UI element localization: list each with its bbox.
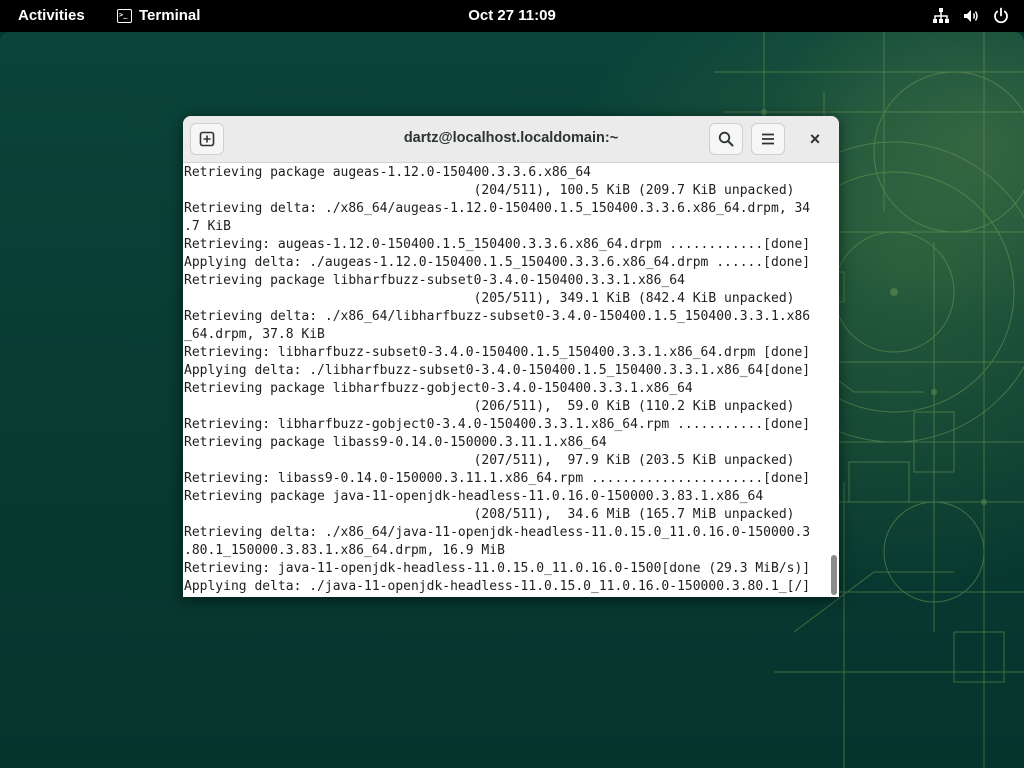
network-icon[interactable] <box>932 7 950 25</box>
terminal-line: (205/511), 349.1 KiB (842.4 KiB unpacked… <box>184 291 795 306</box>
search-button[interactable] <box>709 123 743 155</box>
terminal-line: .7 KiB <box>184 219 231 234</box>
volume-icon[interactable] <box>962 7 980 25</box>
terminal-line: Applying delta: ./libharfbuzz-subset0-3.… <box>184 363 811 378</box>
terminal-line: Retrieving package libharfbuzz-gobject0-… <box>184 381 693 396</box>
app-menu-label: Terminal <box>139 7 201 24</box>
terminal-line: Retrieving: libass9-0.14.0-150000.3.11.1… <box>184 471 811 486</box>
terminal-line: Retrieving: java-11-openjdk-headless-11.… <box>184 561 811 576</box>
terminal-line: (204/511), 100.5 KiB (209.7 KiB unpacked… <box>184 183 795 198</box>
window-headerbar[interactable]: dartz@localhost.localdomain:~ × <box>183 116 839 163</box>
terminal-line: .80.1_150000.3.83.1.x86_64.drpm, 16.9 Mi… <box>184 543 505 558</box>
system-tray[interactable] <box>932 7 1010 25</box>
terminal-output: Retrieving package augeas-1.12.0-150400.… <box>184 164 810 596</box>
terminal-line: Retrieving delta: ./x86_64/libharfbuzz-s… <box>184 309 811 324</box>
new-tab-button[interactable] <box>190 123 224 155</box>
terminal-line: Retrieving package libharfbuzz-subset0-3… <box>184 273 685 288</box>
terminal-line: Retrieving package java-11-openjdk-headl… <box>184 489 764 504</box>
close-icon: × <box>809 128 821 149</box>
terminal-line: Retrieving delta: ./x86_64/java-11-openj… <box>184 525 811 540</box>
terminal-line: (207/511), 97.9 KiB (203.5 KiB unpacked) <box>184 453 795 468</box>
terminal-line: _64.drpm, 37.8 KiB <box>184 327 325 342</box>
hamburger-menu-icon <box>762 133 774 145</box>
clock-label[interactable]: Oct 27 11:09 <box>468 7 556 24</box>
terminal-line: Retrieving: libharfbuzz-gobject0-3.4.0-1… <box>184 417 811 432</box>
terminal-line: Retrieving: libharfbuzz-subset0-3.4.0-15… <box>184 345 811 360</box>
terminal-line: Retrieving package libass9-0.14.0-150000… <box>184 435 607 450</box>
power-icon[interactable] <box>992 7 1010 25</box>
terminal-line: Retrieving package augeas-1.12.0-150400.… <box>184 165 591 180</box>
terminal-scrollbar[interactable] <box>831 555 837 595</box>
main-menu-button[interactable] <box>751 123 785 155</box>
terminal-window[interactable]: dartz@localhost.localdomain:~ × Retrievi… <box>183 116 839 597</box>
terminal-line: (206/511), 59.0 KiB (110.2 KiB unpacked) <box>184 399 795 414</box>
activities-button[interactable]: Activities <box>18 7 85 24</box>
terminal-line: Retrieving: augeas-1.12.0-150400.1.5_150… <box>184 237 811 252</box>
app-menu-terminal[interactable]: >_ Terminal <box>117 7 200 24</box>
search-icon <box>718 131 734 147</box>
top-bar: Activities >_ Terminal Oct 27 11:09 <box>0 0 1024 32</box>
terminal-line: Retrieving delta: ./x86_64/augeas-1.12.0… <box>184 201 811 216</box>
terminal-app-icon: >_ <box>117 8 132 23</box>
new-tab-icon <box>199 131 215 147</box>
terminal-line: (208/511), 34.6 MiB (165.7 MiB unpacked) <box>184 507 795 522</box>
terminal-line: Applying delta: ./java-11-openjdk-headle… <box>184 579 811 594</box>
close-button[interactable]: × <box>799 123 831 155</box>
terminal-output-area[interactable]: Retrieving package augeas-1.12.0-150400.… <box>183 163 839 597</box>
terminal-line: Applying delta: ./augeas-1.12.0-150400.1… <box>184 255 811 270</box>
